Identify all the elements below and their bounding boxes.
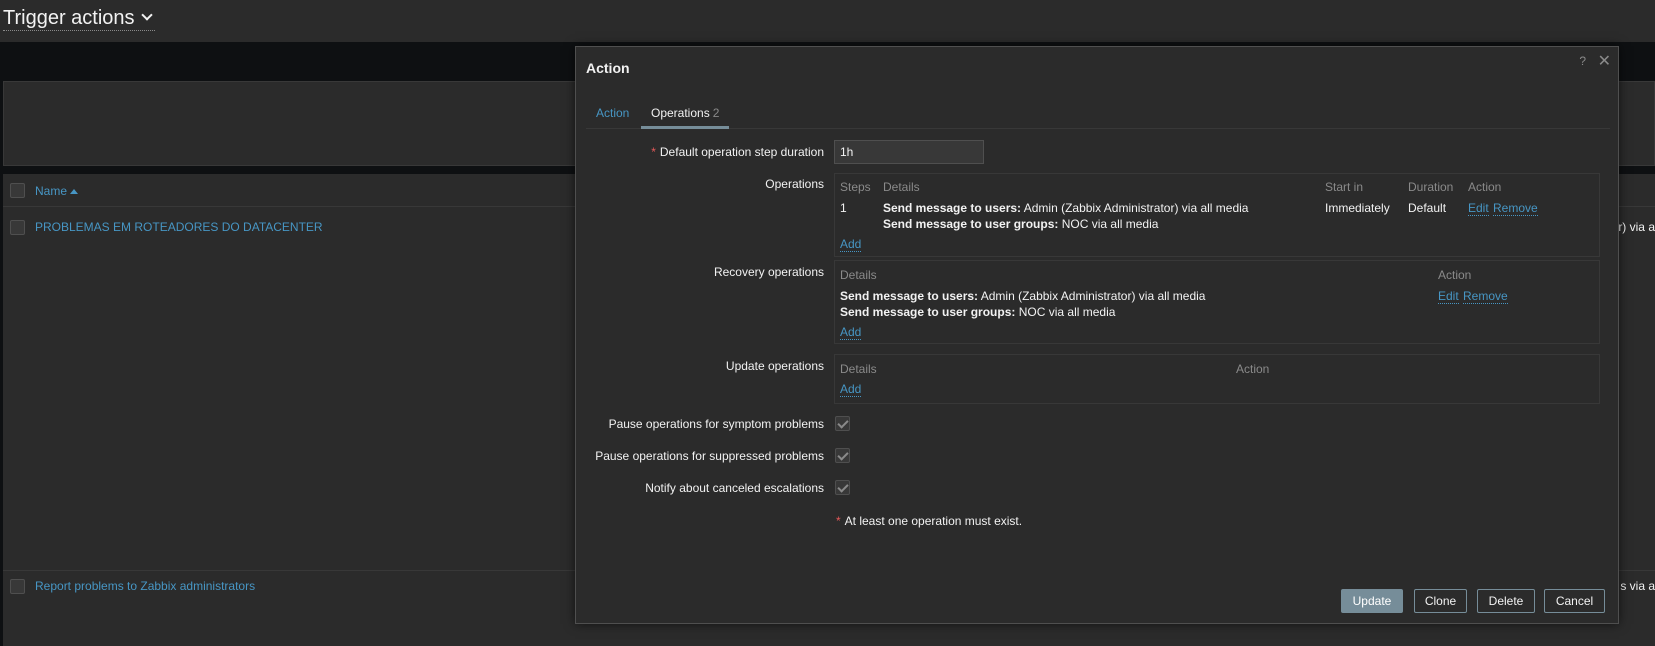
chevron-down-icon — [140, 9, 153, 21]
recovery-operations-table: Details Action Send message to users: Ad… — [834, 260, 1600, 344]
name-column-header[interactable]: Name — [35, 184, 79, 198]
op-detail-groups: Send message to user groups: NOC via all… — [883, 217, 1158, 231]
tab-operations[interactable]: Operations 2 — [641, 99, 730, 129]
recovery-add-link[interactable]: Add — [840, 325, 862, 340]
close-icon[interactable]: ✕ — [1598, 51, 1611, 71]
validation-note: * At least one operation must exist. — [836, 514, 1022, 528]
sort-asc-icon — [70, 189, 79, 194]
op-add-link[interactable]: Add — [840, 237, 862, 252]
op-start-in: Immediately — [1325, 201, 1390, 215]
col-duration: Duration — [1408, 180, 1454, 194]
operations-label: Operations — [765, 177, 824, 191]
update-add-link[interactable]: Add — [840, 382, 862, 397]
recovery-detail-groups: Send message to user groups: NOC via all… — [840, 305, 1115, 319]
op-steps: 1 — [840, 201, 847, 215]
recovery-detail-users: Send message to users: Admin (Zabbix Adm… — [840, 289, 1205, 303]
recovery-edit-link[interactable]: Edit — [1438, 289, 1459, 304]
page-title-dropdown[interactable]: Trigger actions — [3, 6, 155, 31]
op-duration: Default — [1408, 201, 1447, 215]
tab-operations-count: 2 — [712, 106, 720, 120]
recovery-detail-users-text: Admin (Zabbix Administrator) via all med… — [978, 289, 1206, 303]
step-duration-label-text: Default operation step duration — [659, 145, 824, 159]
update-operations-label: Update operations — [725, 359, 824, 373]
name-header-label: Name — [35, 184, 68, 198]
op-detail-users-bold: Send message to users: — [883, 201, 1022, 215]
col-start-in: Start in — [1325, 180, 1364, 194]
col-details: Details — [883, 180, 920, 194]
row-tail-text: r) via a — [1618, 220, 1655, 234]
notify-canceled-label: Notify about canceled escalations — [645, 481, 824, 495]
select-all-checkbox[interactable] — [10, 183, 25, 198]
op-detail-users: Send message to users: Admin (Zabbix Adm… — [883, 201, 1248, 215]
op-detail-users-text: Admin (Zabbix Administrator) via all med… — [1021, 201, 1249, 215]
cancel-button[interactable]: Cancel — [1544, 589, 1605, 613]
dialog-tabs: Action Operations 2 — [586, 99, 1610, 129]
col-steps: Steps — [840, 180, 871, 194]
step-duration-label: * Default operation step duration — [651, 145, 824, 159]
recovery-operations-label: Recovery operations — [713, 265, 824, 279]
step-duration-input[interactable] — [834, 140, 984, 164]
recovery-remove-link[interactable]: Remove — [1463, 289, 1508, 304]
pause-suppressed-checkbox[interactable] — [835, 448, 850, 463]
row-checkbox[interactable] — [10, 579, 25, 594]
clone-button[interactable]: Clone — [1414, 589, 1467, 613]
required-marker: * — [836, 514, 841, 528]
tab-action[interactable]: Action — [586, 99, 639, 129]
action-name-link[interactable]: PROBLEMAS EM ROTEADORES DO DATACENTER — [35, 220, 323, 234]
action-dialog: Action ? ✕ Action Operations 2 * Default o… — [575, 46, 1619, 624]
op-edit-link[interactable]: Edit — [1468, 201, 1489, 216]
required-marker: * — [651, 145, 656, 159]
col-action: Action — [1468, 180, 1502, 194]
pause-symptom-label: Pause operations for symptom problems — [608, 417, 824, 431]
col-details: Details — [840, 268, 877, 282]
pause-suppressed-label: Pause operations for suppressed problems — [595, 449, 824, 463]
row-checkbox[interactable] — [10, 220, 25, 235]
operations-table: Steps Details Start in Duration Action 1… — [834, 173, 1600, 257]
page-header: Trigger actions — [0, 0, 1655, 42]
help-icon[interactable]: ? — [1579, 54, 1586, 68]
row-tail-text: s via a — [1620, 579, 1655, 593]
delete-button[interactable]: Delete — [1477, 589, 1535, 613]
validation-note-text: At least one operation must exist. — [844, 514, 1023, 528]
recovery-detail-users-bold: Send message to users: — [840, 289, 979, 303]
tab-operations-label: Operations — [651, 106, 710, 120]
update-button[interactable]: Update — [1341, 589, 1403, 613]
recovery-detail-groups-bold: Send message to user groups: — [840, 305, 1016, 319]
update-operations-table: Details Action Add — [834, 354, 1600, 404]
dialog-title: Action — [586, 60, 630, 76]
notify-canceled-checkbox[interactable] — [835, 480, 850, 495]
op-detail-groups-text: NOC via all media — [1058, 217, 1159, 231]
op-remove-link[interactable]: Remove — [1493, 201, 1538, 216]
recovery-detail-groups-text: NOC via all media — [1015, 305, 1116, 319]
col-action: Action — [1438, 268, 1472, 282]
action-name-link[interactable]: Report problems to Zabbix administrators — [35, 579, 255, 593]
col-action: Action — [1236, 362, 1270, 376]
pause-symptom-checkbox[interactable] — [835, 416, 850, 431]
page-title-text: Trigger actions — [3, 7, 135, 29]
op-detail-groups-bold: Send message to user groups: — [883, 217, 1059, 231]
col-details: Details — [840, 362, 877, 376]
